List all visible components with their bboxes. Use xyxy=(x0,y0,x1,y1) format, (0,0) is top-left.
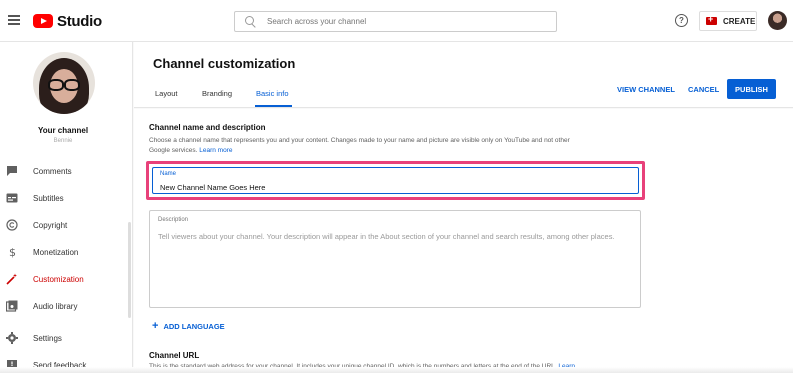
sidebar-item-copyright[interactable]: Copyright xyxy=(0,215,133,235)
active-tab-indicator xyxy=(255,105,292,107)
youtube-logo-icon xyxy=(33,14,53,28)
top-bar: Studio ? CREATE xyxy=(0,0,793,42)
basic-info-panel: Channel name and description Choose a ch… xyxy=(134,109,793,373)
sidebar-item-label: Audio library xyxy=(33,301,78,311)
account-avatar[interactable] xyxy=(768,11,787,30)
sidebar-item-settings[interactable]: Settings xyxy=(0,328,133,348)
sidebar: Your channel Bennie Comments Subtitles C… xyxy=(0,42,133,373)
page-title: Channel customization xyxy=(153,56,296,71)
sidebar-item-label: Subtitles xyxy=(33,193,64,203)
sidebar-item-audio-library[interactable]: Audio library xyxy=(0,296,133,316)
sidebar-item-monetization[interactable]: $ Monetization xyxy=(0,242,133,262)
search-icon[interactable] xyxy=(244,15,258,29)
menu-icon[interactable] xyxy=(8,15,20,25)
section-description: Choose a channel name that represents yo… xyxy=(149,136,629,156)
sidebar-item-label: Settings xyxy=(33,333,62,343)
name-field-highlight: Name New Channel Name Goes Here xyxy=(146,161,645,200)
svg-text:$: $ xyxy=(9,246,16,258)
view-channel-button[interactable]: VIEW CHANNEL xyxy=(617,85,675,94)
name-field-label: Name xyxy=(160,171,177,177)
channel-avatar[interactable] xyxy=(33,52,95,114)
create-button[interactable]: CREATE xyxy=(699,11,757,31)
add-language-button[interactable]: + ADD LANGUAGE xyxy=(152,320,225,332)
section-title: Channel name and description xyxy=(149,123,266,132)
plus-icon: + xyxy=(152,320,159,332)
dollar-icon: $ xyxy=(6,246,18,258)
sidebar-item-label: Copyright xyxy=(33,220,68,230)
name-field-value[interactable]: New Channel Name Goes Here xyxy=(160,183,265,192)
comment-icon xyxy=(6,165,18,177)
channel-url-title: Channel URL xyxy=(149,351,200,360)
search-bar[interactable] xyxy=(234,11,557,32)
add-language-label: ADD LANGUAGE xyxy=(163,321,225,331)
publish-button[interactable]: PUBLISH xyxy=(727,79,776,99)
studio-logo[interactable]: Studio xyxy=(33,12,102,30)
tab-branding[interactable]: Branding xyxy=(202,89,232,98)
subtitles-icon xyxy=(6,192,18,204)
page-header: Channel customization Layout Branding Ba… xyxy=(134,42,793,108)
sidebar-item-comments[interactable]: Comments xyxy=(0,161,133,181)
your-channel-title: Your channel xyxy=(37,126,89,135)
learn-more-link[interactable]: Learn more xyxy=(199,147,232,154)
sidebar-item-label: Customization xyxy=(33,274,84,284)
sidebar-item-label: Comments xyxy=(33,166,72,176)
help-icon[interactable]: ? xyxy=(675,14,688,27)
create-label: CREATE xyxy=(723,16,756,26)
main-area: Channel customization Layout Branding Ba… xyxy=(134,42,793,373)
sidebar-item-customization[interactable]: Customization xyxy=(0,269,133,289)
cancel-button[interactable]: CANCEL xyxy=(688,85,719,94)
magic-wand-icon xyxy=(6,273,18,285)
sidebar-item-subtitles[interactable]: Subtitles xyxy=(0,188,133,208)
sidebar-scrollbar[interactable] xyxy=(128,222,131,318)
tab-layout[interactable]: Layout xyxy=(155,89,178,98)
tab-basic-info[interactable]: Basic info xyxy=(256,89,289,98)
audio-library-icon xyxy=(6,300,18,312)
logo-text: Studio xyxy=(57,12,102,30)
sidebar-item-label: Monetization xyxy=(33,247,79,257)
copyright-icon xyxy=(6,219,18,231)
description-field-label: Description xyxy=(158,217,189,223)
gear-icon xyxy=(6,332,18,344)
bottom-edge xyxy=(0,367,793,373)
section-description-line: Choose a channel name that represents yo… xyxy=(149,137,570,144)
channel-name: Bennie xyxy=(53,138,73,144)
section-description-line: Google services. xyxy=(149,147,198,154)
search-input[interactable] xyxy=(267,17,537,26)
description-placeholder[interactable]: Tell viewers about your channel. Your de… xyxy=(158,230,632,243)
create-video-icon xyxy=(706,14,717,25)
description-field[interactable]: Description Tell viewers about your chan… xyxy=(149,210,641,308)
name-field[interactable]: Name New Channel Name Goes Here xyxy=(152,167,639,194)
